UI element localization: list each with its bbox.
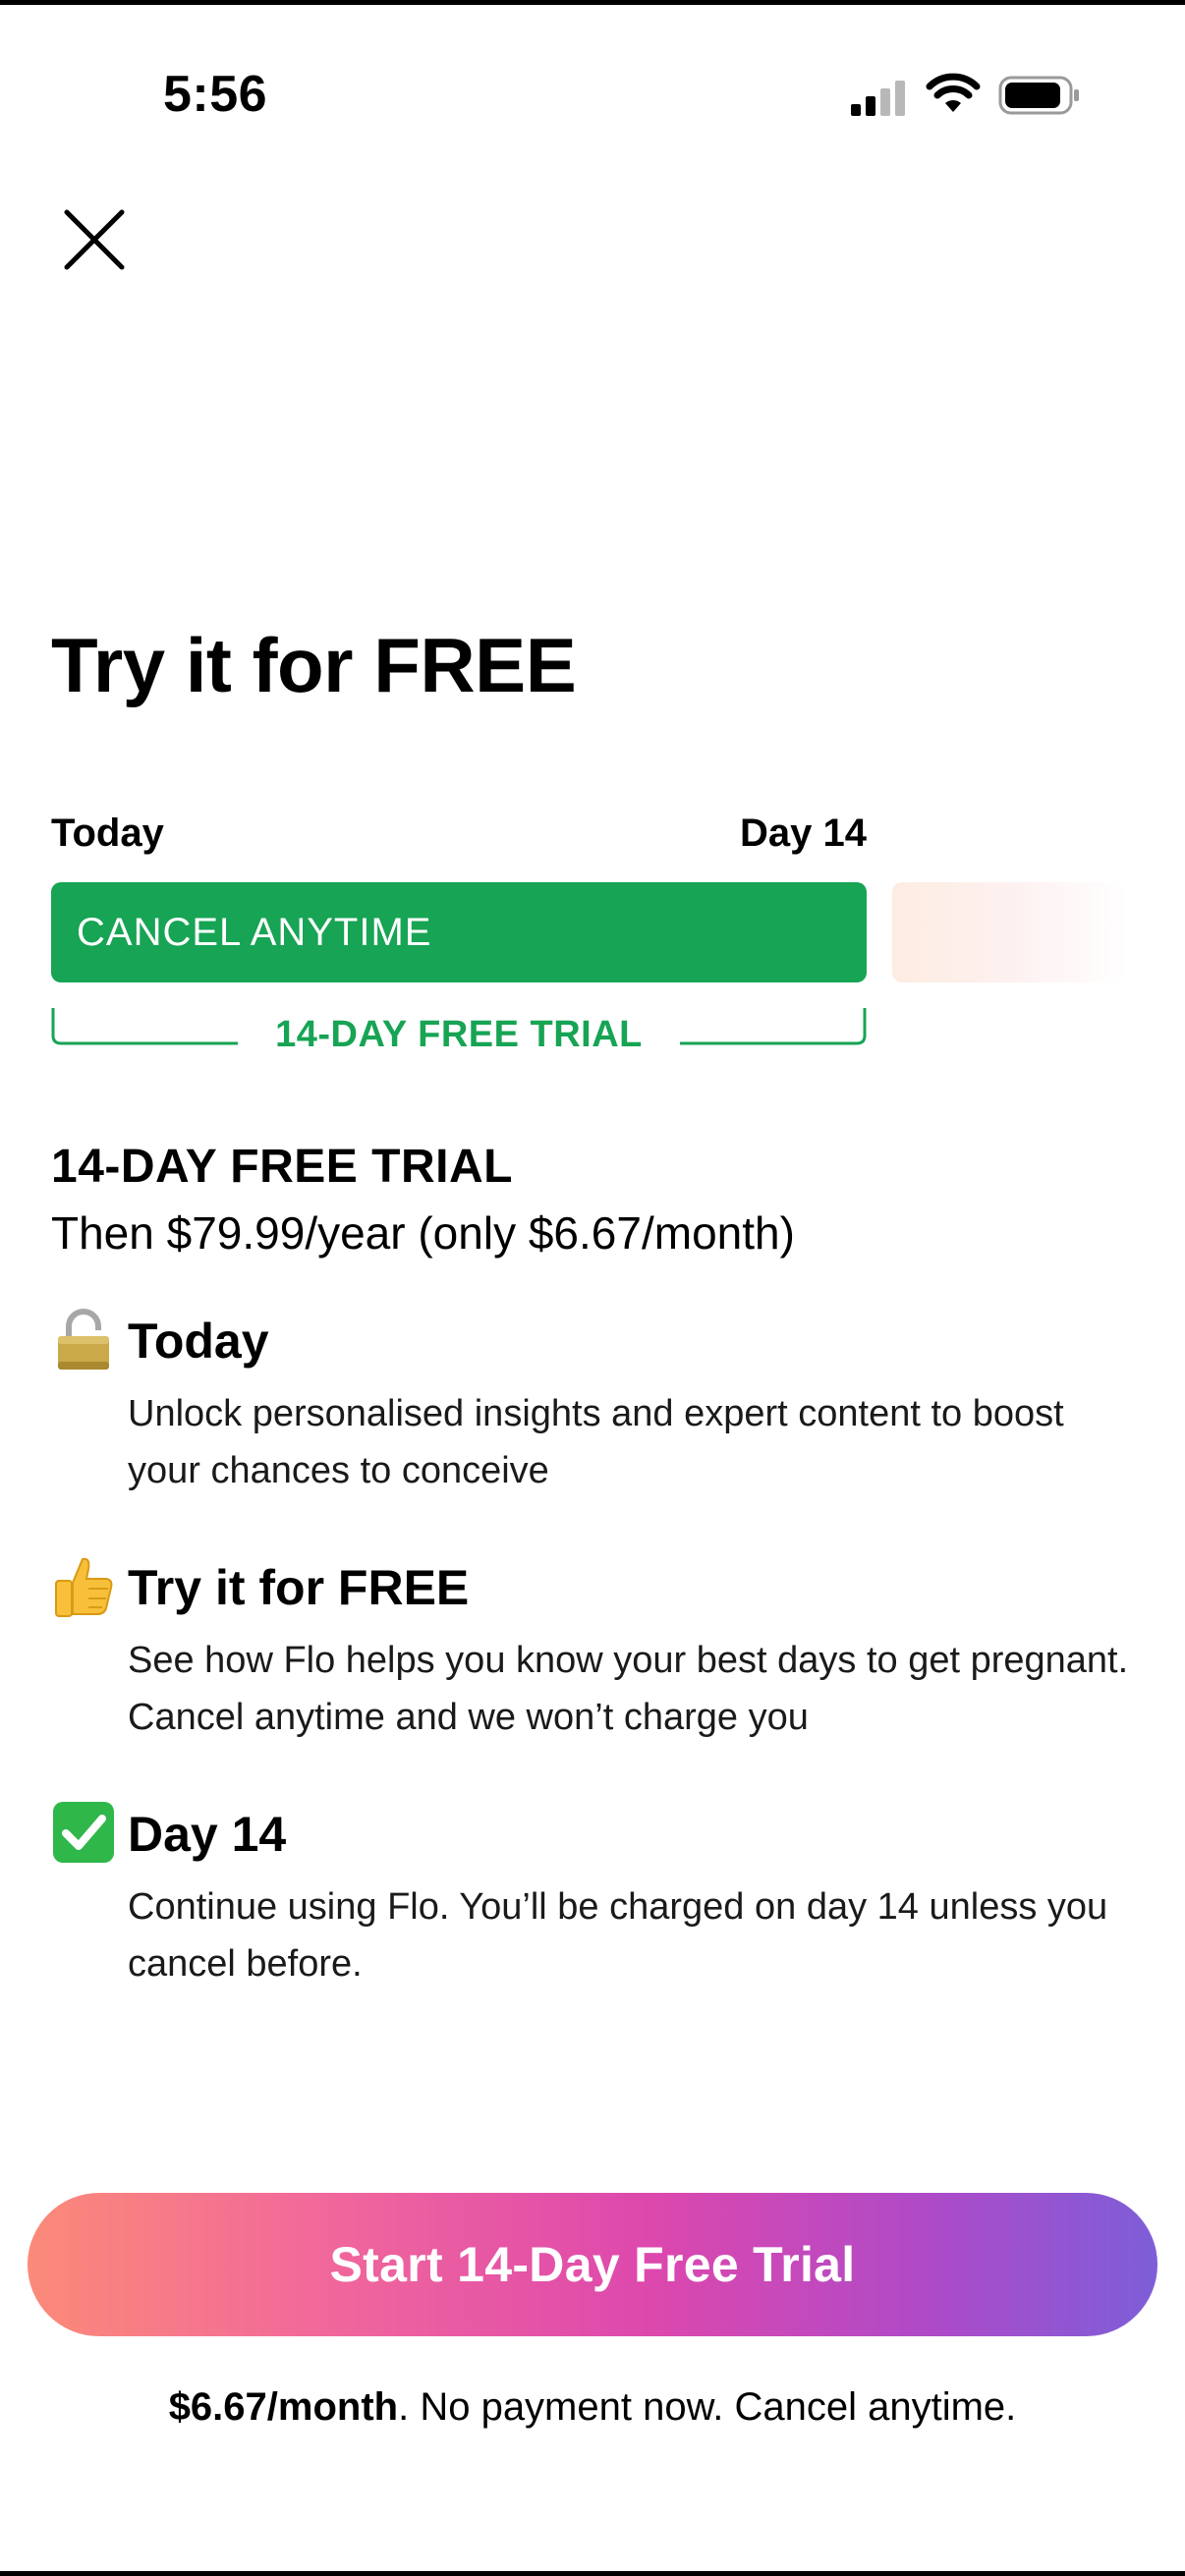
thumbs-up-icon: [55, 1557, 113, 1617]
step-title: Day 14: [128, 1807, 287, 1862]
bottom-divider: [0, 2571, 1185, 2576]
status-time: 5:56: [163, 66, 268, 123]
step-description: Continue using Flo. You’ll be charged on…: [128, 1886, 1108, 1985]
timeline-start-label: Today: [51, 812, 164, 855]
footnote-text: . No payment now. Cancel anytime.: [398, 2385, 1017, 2429]
top-divider: [0, 0, 1185, 5]
battery-icon: [998, 76, 1079, 115]
trial-timeline-bar: CANCEL ANYTIME: [51, 882, 867, 982]
footnote-price: $6.67/month: [168, 2385, 399, 2429]
trial-bracket-label: 14-DAY FREE TRIAL: [275, 1014, 643, 1055]
step-description: Unlock personalised insights and expert …: [128, 1393, 1064, 1491]
offer-heading: 14-DAY FREE TRIAL: [51, 1141, 513, 1193]
start-free-trial-button[interactable]: Start 14-Day Free Trial: [28, 2193, 1157, 2336]
check-mark-icon: [53, 1802, 114, 1863]
wifi-icon: [926, 73, 981, 112]
padlock-icon: [58, 1309, 109, 1370]
signal-icon: [851, 81, 905, 116]
close-icon: [64, 209, 125, 270]
timeline-future-segment: [892, 882, 1128, 982]
start-free-trial-label: Start 14-Day Free Trial: [329, 2237, 856, 2292]
timeline-end-label: Day 14: [740, 812, 867, 855]
timeline-bar-label: CANCEL ANYTIME: [77, 910, 432, 954]
paywall-screen: 5:56 Try it for FREE Today Day 14 CANCEL…: [0, 0, 1185, 2576]
step-title: Try it for FREE: [128, 1560, 470, 1615]
offer-price: Then $79.99/year (only $6.67/month): [51, 1207, 795, 1259]
pricing-footnote: $6.67/month. No payment now. Cancel anyt…: [0, 2385, 1185, 2430]
close-button[interactable]: [51, 196, 138, 283]
step-description: See how Flo helps you know your best day…: [128, 1640, 1129, 1738]
page-title: Try it for FREE: [51, 622, 577, 708]
step-title: Today: [128, 1314, 269, 1369]
